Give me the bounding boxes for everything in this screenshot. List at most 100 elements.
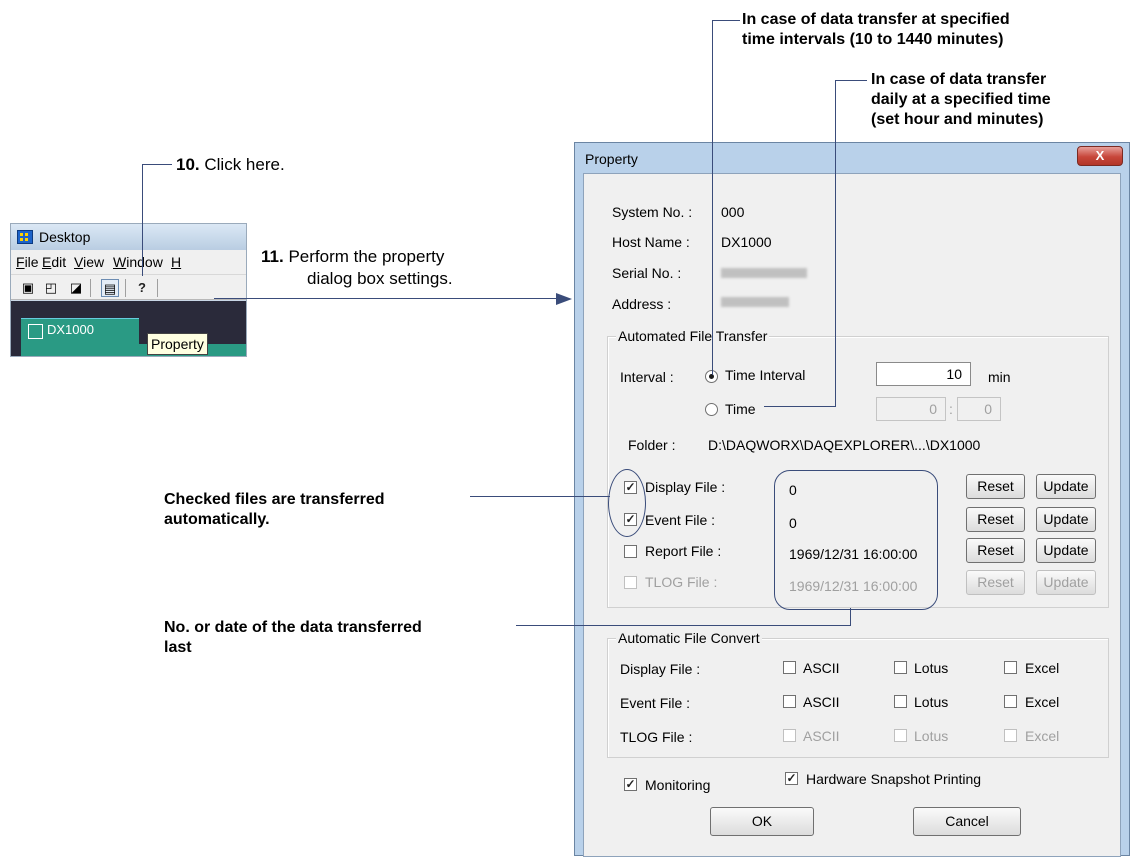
last-data-highlight-box xyxy=(774,470,938,610)
step10-leader-v xyxy=(142,164,143,276)
last-data-line1: No. or date of the data transferred xyxy=(164,619,422,636)
tlog-file-update-button[interactable]: Update xyxy=(1036,570,1096,595)
step11-caption: 11. Perform the property dialog box sett… xyxy=(261,246,453,290)
min-unit-label: min xyxy=(988,369,1011,385)
open-folder-icon[interactable]: ◰ xyxy=(42,279,60,297)
convert-tlog-label: TLOG File : xyxy=(620,729,693,745)
display-file-update-button[interactable]: Update xyxy=(1036,474,1096,499)
convert-display-ascii-label: ASCII xyxy=(803,660,840,676)
convert-event-excel-label: Excel xyxy=(1025,694,1060,710)
time-callout-h1 xyxy=(835,80,867,81)
serial-no-label: Serial No. : xyxy=(612,265,682,281)
step10-leader-h xyxy=(142,164,172,165)
host-name-label: Host Name : xyxy=(612,234,690,250)
time-hour-input[interactable]: 0 xyxy=(876,397,946,421)
tab-body xyxy=(21,344,246,356)
menu-window[interactable]: Window xyxy=(113,250,163,274)
close-button[interactable]: X xyxy=(1077,146,1123,166)
monitoring-checkbox[interactable]: ✓ xyxy=(624,778,637,791)
step11-number: 11. xyxy=(261,247,284,266)
property-icon[interactable]: ▤ xyxy=(101,279,119,297)
tlog-file-checkbox[interactable] xyxy=(624,576,637,589)
new-window-icon[interactable]: ▣ xyxy=(19,279,37,297)
time-colon: : xyxy=(949,401,953,417)
step10-text: Click here. xyxy=(204,155,285,174)
convert-tlog-lotus-label: Lotus xyxy=(914,728,949,744)
callout-time-line1: In case of data transfer xyxy=(871,71,1047,88)
time-interval-label[interactable]: Time Interval xyxy=(725,366,805,384)
interval-callout-h xyxy=(712,20,740,21)
step11-text-line2: dialog box settings. xyxy=(307,269,453,288)
step10-number: 10. xyxy=(176,155,200,174)
cancel-button[interactable]: Cancel xyxy=(913,807,1021,836)
checked-files-note: Checked files are transferred automatica… xyxy=(164,490,385,530)
report-file-reset-button[interactable]: Reset xyxy=(966,538,1025,563)
convert-tlog-excel-label: Excel xyxy=(1025,728,1060,744)
step11-arrow-line xyxy=(214,298,566,299)
desktop-window: Desktop File Edit View Window H ▣ ◰ ◪ ▤ … xyxy=(10,223,247,357)
time-callout-h2 xyxy=(764,406,836,407)
tlog-file-label: TLOG File : xyxy=(645,574,718,590)
callout-time-line2: daily at a specified time xyxy=(871,91,1051,108)
convert-event-lotus-label: Lotus xyxy=(914,694,949,710)
time-minute-input[interactable]: 0 xyxy=(957,397,1001,421)
system-no-value: 000 xyxy=(721,204,745,220)
convert-event-excel-checkbox[interactable] xyxy=(1004,695,1017,708)
toolbar-separator xyxy=(90,279,91,297)
export-icon[interactable]: ◪ xyxy=(67,279,85,297)
last-data-line2: last xyxy=(164,639,192,656)
toolbar-separator xyxy=(157,279,158,297)
report-file-checkbox[interactable] xyxy=(624,545,637,558)
convert-tlog-ascii-label: ASCII xyxy=(803,728,840,744)
desktop-title: Desktop xyxy=(39,229,91,245)
step11-arrow-head xyxy=(556,293,572,305)
checked-files-line1: Checked files are transferred xyxy=(164,491,385,508)
convert-display-ascii-checkbox[interactable] xyxy=(783,661,796,674)
interval-label: Interval : xyxy=(620,369,674,385)
convert-event-lotus-checkbox[interactable] xyxy=(894,695,907,708)
auto-transfer-title: Automated File Transfer xyxy=(616,327,770,345)
report-file-update-button[interactable]: Update xyxy=(1036,538,1096,563)
time-interval-input[interactable]: 10 xyxy=(876,362,971,386)
desktop-toolbar: ▣ ◰ ◪ ▤ ? xyxy=(11,274,246,300)
tlog-file-reset-button[interactable]: Reset xyxy=(966,570,1025,595)
callout-interval-line1: In case of data transfer at specified xyxy=(742,11,1010,28)
time-label[interactable]: Time xyxy=(725,400,756,418)
display-file-reset-button[interactable]: Reset xyxy=(966,474,1025,499)
convert-display-label: Display File : xyxy=(620,661,701,677)
snapshot-checkbox[interactable]: ✓ xyxy=(785,772,798,785)
convert-display-excel-checkbox[interactable] xyxy=(1004,661,1017,674)
step11-text-line1: Perform the property xyxy=(288,247,445,266)
ok-button[interactable]: OK xyxy=(710,807,814,836)
menu-file[interactable]: File xyxy=(16,250,39,274)
system-no-label: System No. : xyxy=(612,204,693,220)
time-radio[interactable] xyxy=(705,403,718,416)
property-tooltip: Property xyxy=(147,333,208,355)
checked-files-line2: automatically. xyxy=(164,511,270,528)
convert-event-ascii-label: ASCII xyxy=(803,694,840,710)
menu-view[interactable]: View xyxy=(74,250,104,274)
convert-display-lotus-checkbox[interactable] xyxy=(894,661,907,674)
checked-files-leader xyxy=(470,496,610,497)
serial-no-redacted xyxy=(721,268,807,278)
auto-convert-title: Automatic File Convert xyxy=(616,629,762,647)
checkbox-highlight-ellipse xyxy=(608,469,646,537)
folder-label: Folder : xyxy=(628,437,676,453)
event-file-reset-button[interactable]: Reset xyxy=(966,507,1025,532)
event-file-update-button[interactable]: Update xyxy=(1036,507,1096,532)
callout-time: In case of data transfer daily at a spec… xyxy=(871,70,1131,130)
dialog-title: Property xyxy=(585,151,638,167)
menu-help[interactable]: H xyxy=(171,250,181,274)
desktop-menubar: File Edit View Window H xyxy=(11,250,246,274)
report-file-label: Report File : xyxy=(645,543,722,559)
convert-event-ascii-checkbox[interactable] xyxy=(783,695,796,708)
tab-dx1000[interactable]: DX1000 xyxy=(21,318,139,344)
convert-tlog-lotus-checkbox[interactable] xyxy=(894,729,907,742)
convert-tlog-ascii-checkbox[interactable] xyxy=(783,729,796,742)
convert-event-label: Event File : xyxy=(620,695,691,711)
convert-tlog-excel-checkbox[interactable] xyxy=(1004,729,1017,742)
menu-edit[interactable]: Edit xyxy=(42,250,66,274)
step10-caption: 10. Click here. xyxy=(176,154,285,175)
folder-path: D:\DAQWORX\DAQEXPLORER\...\DX1000 xyxy=(708,437,981,453)
help-icon[interactable]: ? xyxy=(133,279,151,297)
